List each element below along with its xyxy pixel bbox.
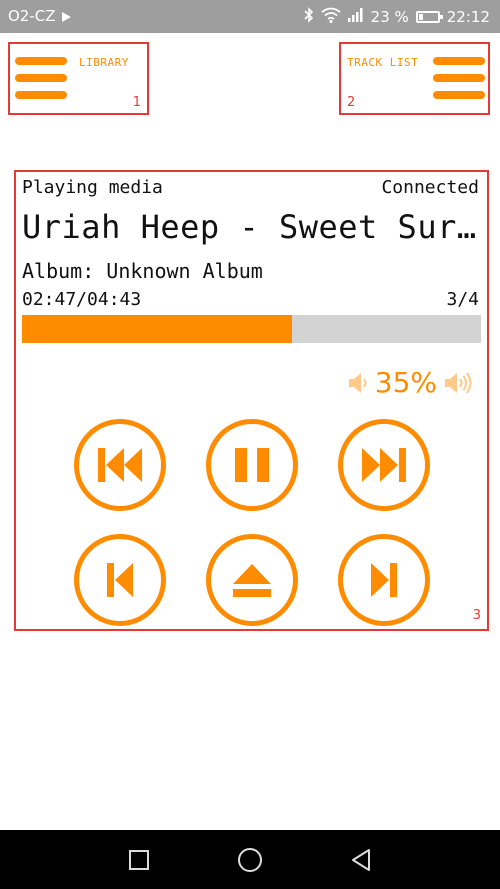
elapsed-time: 02:47/04:43: [22, 289, 142, 310]
eject-button[interactable]: [206, 534, 298, 626]
track-count: 3/4: [446, 289, 479, 310]
progress-bar[interactable]: [22, 315, 481, 343]
library-button[interactable]: LIBRARY 1: [8, 42, 149, 115]
home-circle-icon: [238, 847, 262, 872]
status-bar: O2-CZ 23 % 22:12: [0, 0, 500, 33]
home-button[interactable]: [210, 830, 290, 889]
library-label: LIBRARY: [79, 56, 129, 69]
album-name: Album: Unknown Album: [22, 259, 263, 283]
navigation-bar: [0, 830, 500, 889]
volume-down-icon[interactable]: [347, 370, 369, 396]
player-panel: Playing media Connected Uriah Heep - Swe…: [14, 170, 489, 631]
battery-icon: [415, 11, 443, 23]
signal-icon: [347, 8, 364, 26]
back-button[interactable]: [321, 830, 401, 889]
status-bar-right: 23 % 22:12: [304, 7, 490, 27]
playback-status: Playing media: [22, 177, 163, 198]
volume-control: 35%: [347, 366, 473, 399]
carrier-name: O2-CZ: [8, 7, 56, 25]
previous-button[interactable]: [74, 534, 166, 626]
hamburger-icon: [433, 57, 485, 108]
next-icon: [371, 563, 397, 597]
annotation-number: 3: [472, 608, 481, 623]
rewind-icon: [98, 448, 142, 482]
back-triangle-icon: [352, 848, 370, 871]
wifi-icon: [321, 7, 341, 27]
time-row: 02:47/04:43 3/4: [22, 289, 479, 310]
status-row: Playing media Connected: [22, 177, 479, 198]
status-bar-left: O2-CZ: [8, 7, 71, 25]
fast-forward-button[interactable]: [338, 419, 430, 511]
pause-button[interactable]: [206, 419, 298, 511]
battery-percentage: 23 %: [370, 8, 409, 26]
pause-icon: [235, 448, 269, 482]
progress-fill: [22, 315, 292, 343]
play-icon: [61, 11, 71, 22]
recents-square-icon: [129, 849, 149, 870]
volume-level: 35%: [374, 366, 437, 399]
fast-forward-icon: [362, 448, 406, 482]
recents-button[interactable]: [99, 830, 179, 889]
previous-icon: [107, 563, 133, 597]
next-button[interactable]: [338, 534, 430, 626]
track-list-label: TRACK LIST: [347, 56, 419, 69]
hamburger-icon: [15, 57, 67, 108]
rewind-button[interactable]: [74, 419, 166, 511]
volume-up-icon[interactable]: [443, 369, 473, 397]
annotation-number: 1: [132, 95, 141, 110]
eject-icon: [233, 564, 271, 597]
annotation-number: 2: [347, 95, 356, 110]
battery-level: [418, 14, 423, 20]
bluetooth-icon: [304, 7, 314, 27]
track-title: Uriah Heep - Sweet Surrender: [22, 208, 479, 246]
track-list-button[interactable]: TRACK LIST 2: [339, 42, 490, 115]
clock: 22:12: [446, 8, 490, 26]
connection-status: Connected: [381, 177, 479, 198]
